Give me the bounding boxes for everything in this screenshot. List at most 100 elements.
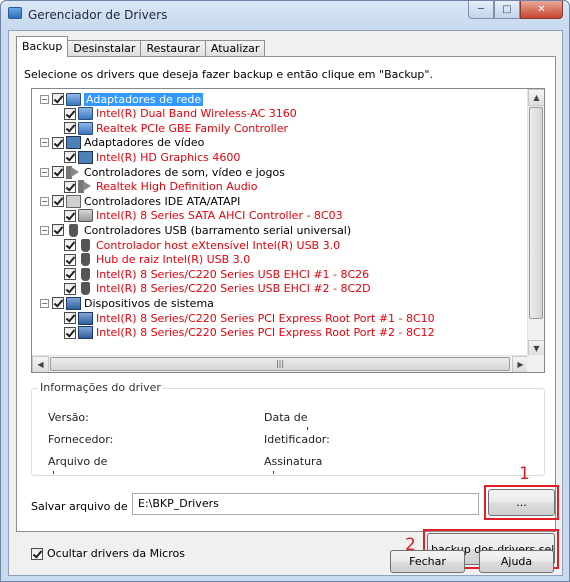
backup-tab-panel: Selecione os drivers que deseja fazer ba… — [16, 56, 559, 569]
tree-category-row[interactable]: − Dispositivos de sistema — [40, 296, 214, 310]
disk-controller-icon — [78, 209, 93, 223]
date-label: Data de — [264, 411, 308, 424]
tab-restore[interactable]: Restaurar — [140, 40, 206, 57]
driver-checkbox[interactable] — [64, 253, 76, 266]
title-bar[interactable]: Gerenciador de Drivers ─ □ ✕ — [1, 1, 569, 29]
signature-label: Assinatura — [264, 455, 323, 468]
tree-device-row[interactable]: Intel(R) HD Graphics 4600 — [64, 150, 240, 164]
network-adapter-icon — [66, 92, 81, 106]
close-window-button[interactable]: ✕ — [520, 1, 563, 19]
vertical-scrollbar[interactable]: ▲ ▼ — [527, 89, 544, 357]
minimize-button[interactable]: ─ — [468, 1, 494, 19]
tree-category-row[interactable]: − Adaptadores de vídeo — [40, 136, 204, 150]
help-button[interactable]: Ajuda — [479, 550, 554, 573]
system-device-icon — [66, 296, 81, 310]
collapse-icon[interactable]: − — [40, 298, 49, 308]
collapse-icon[interactable]: − — [40, 196, 49, 206]
speaker-icon — [78, 180, 93, 194]
horizontal-scroll-thumb[interactable]: ||| — [50, 357, 510, 371]
driver-checkbox[interactable] — [64, 180, 76, 193]
driver-checkbox[interactable] — [64, 122, 76, 135]
category-checkbox[interactable] — [52, 195, 64, 208]
tree-device-row[interactable]: Intel(R) 8 Series/C220 Series PCI Expres… — [64, 326, 435, 340]
usb-icon — [81, 238, 90, 252]
usb-icon — [81, 253, 90, 267]
tab-backup[interactable]: Backup — [16, 36, 69, 57]
window-controls: ─ □ ✕ — [468, 1, 563, 20]
driver-tree[interactable]: − Adaptadores de rede Intel(R) Dual Band W… — [31, 88, 545, 373]
tree-device-row[interactable]: Controlador host eXtensível Intel(R) USB… — [64, 238, 340, 252]
collapse-icon[interactable]: − — [40, 94, 49, 104]
usb-icon — [81, 282, 90, 296]
file-label-cut: ' — [52, 469, 56, 478]
tree-device-row[interactable]: Intel(R) 8 Series/C220 Series USB EHCI #… — [64, 282, 371, 296]
tree-device-row[interactable]: Intel(R) 8 Series/C220 Series PCI Expres… — [64, 311, 435, 325]
driver-checkbox[interactable] — [64, 312, 76, 324]
tree-device-row[interactable]: Realtek PCIe GBE Family Controller — [64, 121, 288, 135]
collapse-icon[interactable]: − — [40, 167, 49, 177]
driver-checkbox[interactable] — [64, 209, 76, 222]
version-label: Versão: — [48, 411, 89, 424]
tree-device-row[interactable]: Hub de raiz Intel(R) USB 3.0 — [64, 253, 250, 267]
close-button[interactable]: Fechar — [390, 550, 465, 573]
category-label: Adaptadores de rede — [84, 92, 204, 106]
category-checkbox[interactable] — [52, 166, 64, 178]
save-location-label: Salvar arquivo de b... — [31, 500, 149, 513]
minimize-icon: ─ — [477, 4, 485, 15]
driver-label: Intel(R) 8 Series/C220 Series USB EHCI #… — [96, 282, 371, 296]
tree-device-row[interactable]: Realtek High Definition Audio — [64, 180, 257, 194]
category-label: Controladores USB (barramento serial uni… — [84, 223, 352, 237]
hide-microsoft-drivers-checkbox[interactable] — [31, 547, 43, 560]
driver-checkbox[interactable] — [64, 151, 76, 164]
scroll-up-arrow-icon[interactable]: ▲ — [528, 89, 544, 106]
category-checkbox[interactable] — [52, 297, 64, 310]
instruction-text: Selecione os drivers que deseja fazer ba… — [24, 68, 433, 81]
driver-manager-window: Gerenciador de Drivers ─ □ ✕ Backup Desi… — [0, 0, 570, 582]
driver-label: Intel(R) 8 Series/C220 Series USB EHCI #… — [96, 267, 370, 281]
tab-update[interactable]: Atualizar — [204, 40, 266, 57]
driver-checkbox[interactable] — [64, 239, 76, 251]
backup-path-field[interactable]: E:\BKP_Drivers — [132, 493, 479, 515]
scroll-left-arrow-icon[interactable]: ◀ — [32, 356, 49, 372]
driver-info-group: Informações do driver Versão: Data de ' … — [31, 381, 545, 478]
tree-category-row[interactable]: − Controladores de som, vídeo e jogos — [40, 165, 285, 179]
category-checkbox[interactable] — [52, 224, 64, 237]
driver-checkbox[interactable] — [64, 268, 76, 281]
maximize-button[interactable]: □ — [494, 1, 520, 19]
driver-label: Realtek High Definition Audio — [96, 180, 258, 194]
dialog-body: Backup Desinstalar Restaurar Atualizar S… — [8, 30, 563, 576]
browse-folder-button[interactable]: ... — [488, 489, 555, 516]
signature-label-cut: ' — [272, 469, 276, 478]
network-adapter-icon — [78, 107, 93, 121]
driver-checkbox[interactable] — [64, 282, 76, 295]
tree-device-row[interactable]: Intel(R) 8 Series SATA AHCI Controller -… — [64, 209, 343, 223]
category-checkbox[interactable] — [52, 93, 64, 105]
system-device-icon — [78, 311, 93, 325]
horizontal-scrollbar[interactable]: ◀ ||| ▶ — [32, 355, 529, 372]
tree-category-row[interactable]: − Controladores IDE ATA/ATAPI — [40, 194, 240, 208]
driver-label: Intel(R) 8 Series SATA AHCI Controller -… — [96, 209, 343, 223]
category-checkbox[interactable] — [52, 136, 64, 149]
tree-device-row[interactable]: Intel(R) 8 Series/C220 Series USB EHCI #… — [64, 267, 369, 281]
category-label: Dispositivos de sistema — [84, 296, 214, 310]
tab-strip: Backup Desinstalar Restaurar Atualizar — [16, 36, 266, 57]
tab-uninstall[interactable]: Desinstalar — [67, 40, 142, 57]
collapse-icon[interactable]: − — [40, 138, 49, 148]
driver-label: Intel(R) 8 Series/C220 Series PCI Expres… — [96, 311, 435, 325]
vertical-scroll-thumb[interactable] — [529, 107, 543, 319]
system-device-icon — [78, 326, 93, 340]
tree-category-row[interactable]: − Adaptadores de rede — [40, 92, 204, 106]
scrollbar-corner — [527, 355, 544, 372]
ide-controller-icon — [66, 194, 81, 208]
collapse-icon[interactable]: − — [40, 225, 49, 235]
display-adapter-icon — [78, 150, 93, 164]
hide-microsoft-drivers-option[interactable]: Ocultar drivers da Micros — [31, 547, 185, 560]
hide-microsoft-drivers-label: Ocultar drivers da Micros — [47, 547, 185, 560]
tree-device-row[interactable]: Intel(R) Dual Band Wireless-AC 3160 — [64, 107, 297, 121]
driver-label: Hub de raiz Intel(R) USB 3.0 — [96, 253, 251, 267]
usb-icon — [69, 223, 78, 237]
driver-checkbox[interactable] — [64, 107, 76, 120]
tree-category-row[interactable]: − Controladores USB (barramento serial un… — [40, 223, 351, 237]
driver-checkbox[interactable] — [64, 326, 76, 339]
driver-tree-rows: − Adaptadores de rede Intel(R) Dual Band W… — [32, 89, 529, 357]
